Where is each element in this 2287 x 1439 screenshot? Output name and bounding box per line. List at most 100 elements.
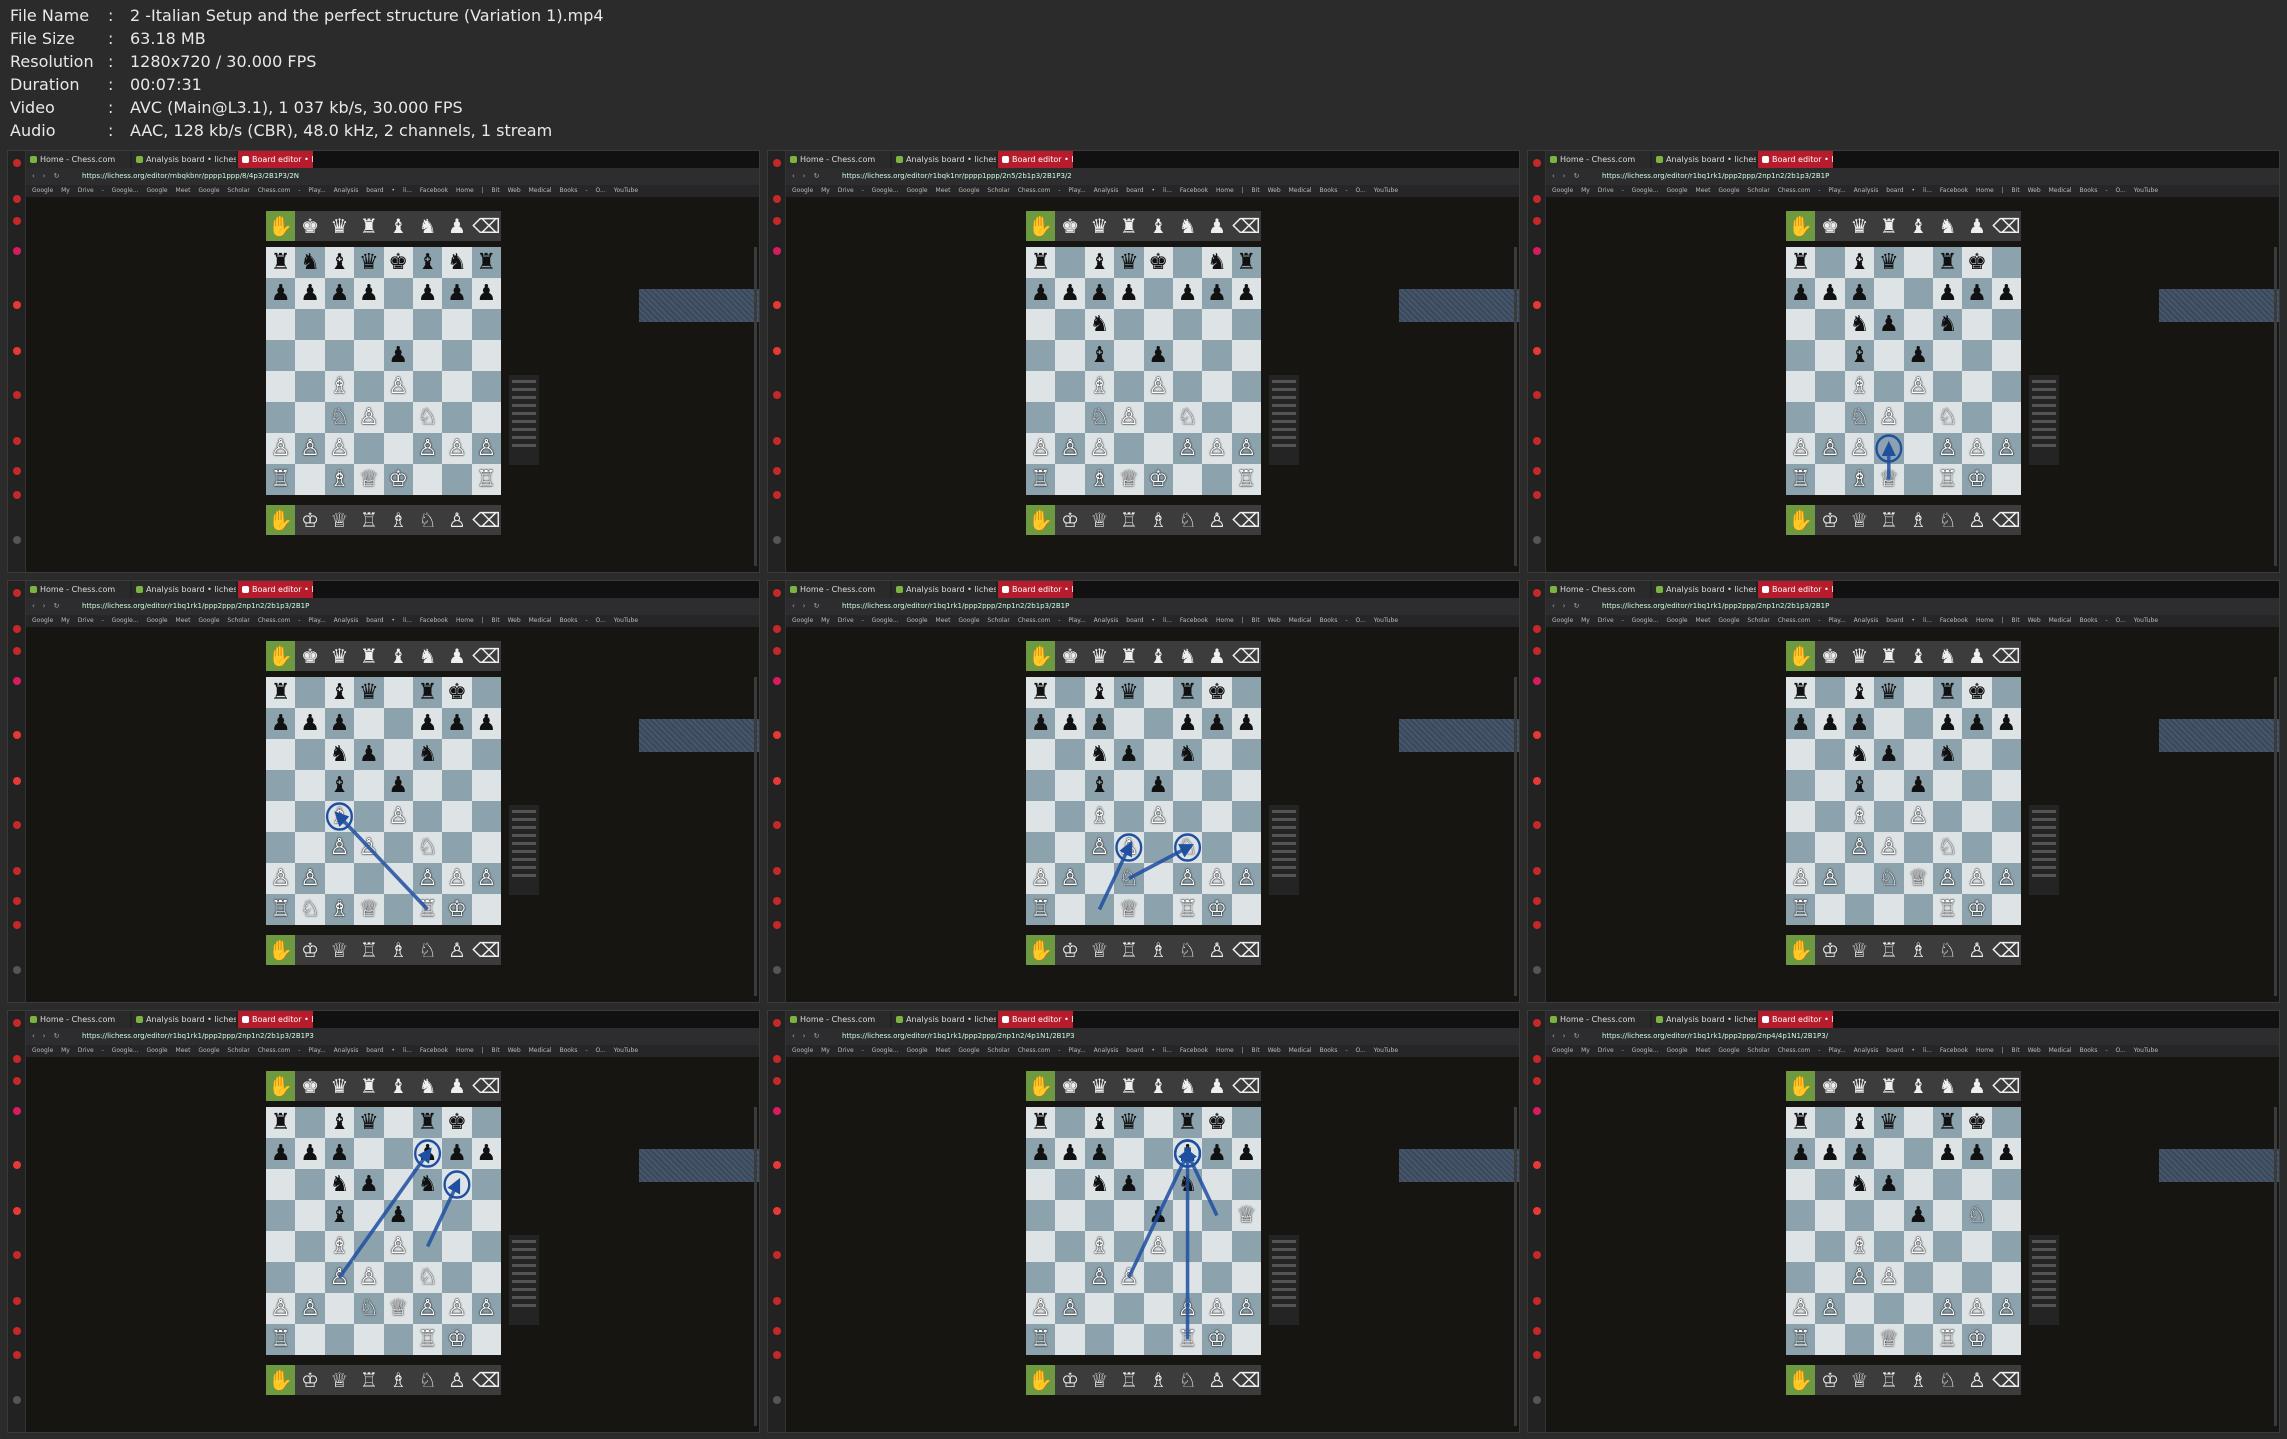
board-square[interactable] [1084, 1293, 1115, 1324]
sidebar-icon[interactable] [1533, 1351, 1541, 1359]
palette-piece-icon[interactable]: ♗ [1144, 505, 1173, 535]
white-bishop-icon[interactable]: ♗ [330, 1235, 350, 1258]
board-square[interactable] [354, 433, 384, 464]
board-square[interactable] [295, 1231, 325, 1262]
white-pawn-icon[interactable]: ♙ [1879, 406, 1899, 429]
palette-piece-icon[interactable]: ♕ [1845, 935, 1874, 965]
black-knight-icon[interactable]: ♞ [1850, 743, 1870, 766]
board-square[interactable]: ♝ [1084, 340, 1115, 371]
board-square[interactable] [1815, 464, 1845, 495]
board-square[interactable]: ♙ [1932, 433, 1963, 464]
board-square[interactable] [412, 371, 443, 402]
black-pawn-icon[interactable]: ♟ [418, 712, 438, 735]
editor-options-panel[interactable] [2029, 1235, 2059, 1325]
board-square[interactable]: ♝ [324, 1200, 355, 1231]
board-square[interactable] [266, 832, 296, 863]
black-knight-icon[interactable]: ♞ [1850, 313, 1870, 336]
black-knight-icon[interactable]: ♞ [1850, 1173, 1870, 1196]
board-square[interactable]: ♟ [1172, 708, 1203, 739]
white-pawn-icon[interactable]: ♙ [1967, 1297, 1987, 1320]
board-square[interactable]: ♟ [1202, 708, 1232, 739]
board-square[interactable]: ♖ [1932, 464, 1963, 495]
board-square[interactable] [295, 402, 325, 433]
board-square[interactable]: ♝ [1084, 247, 1115, 278]
black-bishop-icon[interactable]: ♝ [1090, 1111, 1110, 1134]
board-square[interactable] [1026, 340, 1056, 371]
sidebar-icon[interactable] [1533, 677, 1541, 685]
black-pawn-icon[interactable]: ♟ [447, 712, 467, 735]
sidebar-icon[interactable] [1533, 867, 1541, 875]
board-square[interactable] [383, 894, 413, 925]
board-square[interactable] [1114, 433, 1144, 464]
palette-piece-icon[interactable]: ♜ [354, 641, 383, 671]
scrollbar[interactable] [2274, 1107, 2277, 1426]
board-square[interactable] [383, 1324, 413, 1355]
sidebar-icon[interactable] [1533, 1161, 1541, 1169]
board-square[interactable] [1786, 309, 1816, 340]
nav-buttons[interactable]: ‹›↻ [792, 168, 827, 185]
black-pawn-icon[interactable]: ♟ [1207, 1142, 1227, 1165]
board-square[interactable]: ♞ [295, 247, 325, 278]
browser-tab[interactable]: Home - Chess.com [786, 581, 890, 598]
board-square[interactable]: ♝ [1084, 1107, 1115, 1138]
board-square[interactable] [1962, 309, 1992, 340]
board-square[interactable] [1991, 402, 2021, 433]
browser-tab[interactable]: Analysis board • lichess.o [132, 1011, 236, 1028]
board-square[interactable]: ♕ [1903, 863, 1933, 894]
board-square[interactable]: ♜ [1786, 677, 1816, 708]
scrollbar[interactable] [1514, 677, 1517, 996]
board-square[interactable]: ♘ [412, 832, 443, 863]
board-square[interactable]: ♟ [1844, 708, 1875, 739]
palette-piece-icon[interactable]: ♞ [413, 1071, 442, 1101]
sidebar-icon[interactable] [1533, 391, 1541, 399]
board-square[interactable] [1143, 402, 1173, 433]
board-square[interactable]: ♟ [295, 1138, 325, 1169]
scrollbar[interactable] [754, 677, 757, 996]
black-knight-icon[interactable]: ♞ [330, 743, 350, 766]
address-bar[interactable]: ‹›↻ https://lichess.org/editor/r1bq1rk1/p… [26, 1028, 759, 1045]
white-rook-icon[interactable]: ♖ [1031, 1328, 1051, 1351]
sidebar-icon[interactable] [13, 897, 21, 905]
black-queen-icon[interactable]: ♛ [359, 1111, 379, 1134]
board-square[interactable] [1202, 832, 1232, 863]
white-rook-icon[interactable]: ♖ [1938, 898, 1958, 921]
black-pawn-icon[interactable]: ♟ [1207, 712, 1227, 735]
sidebar-icon[interactable] [13, 731, 21, 739]
board-square[interactable] [1143, 309, 1173, 340]
black-rook-icon[interactable]: ♜ [1791, 1111, 1811, 1134]
sidebar-icon[interactable] [773, 347, 781, 355]
board-square[interactable]: ♙ [1231, 863, 1261, 894]
address-bar[interactable]: ‹›↻ https://lichess.org/editor/r1bqk1nr/p… [786, 168, 1519, 185]
board-square[interactable] [1172, 309, 1203, 340]
white-bishop-icon[interactable]: ♗ [330, 375, 350, 398]
white-pawn-icon[interactable]: ♙ [1996, 867, 2016, 890]
hand-icon[interactable]: ✋ [1026, 641, 1056, 671]
board-square[interactable]: ♗ [1844, 1231, 1875, 1262]
board-square[interactable] [383, 278, 413, 309]
black-king-icon[interactable]: ♚ [447, 1111, 467, 1134]
board-square[interactable] [1143, 1169, 1173, 1200]
sidebar-icon[interactable] [1533, 491, 1541, 499]
board-square[interactable]: ♟ [354, 278, 384, 309]
board-square[interactable]: ♘ [354, 1293, 384, 1324]
board-square[interactable] [471, 1169, 501, 1200]
board-square[interactable]: ♙ [1903, 801, 1933, 832]
board-square[interactable] [266, 309, 296, 340]
sidebar-icon[interactable] [1533, 1019, 1541, 1027]
black-pawn-icon[interactable]: ♟ [1996, 282, 2016, 305]
board-square[interactable]: ♙ [1084, 1262, 1115, 1293]
sidebar-icon[interactable] [1533, 821, 1541, 829]
board-square[interactable]: ♜ [1231, 247, 1261, 278]
board-square[interactable]: ♘ [412, 1262, 443, 1293]
board-square[interactable] [1172, 464, 1203, 495]
palette-piece-icon[interactable]: ♗ [384, 1365, 413, 1395]
palette-piece-icon[interactable]: ♘ [413, 1365, 442, 1395]
board-square[interactable] [1143, 1324, 1173, 1355]
board-square[interactable] [1903, 247, 1933, 278]
sidebar-icon[interactable] [1533, 921, 1541, 929]
board-square[interactable]: ♕ [1874, 1324, 1904, 1355]
board-square[interactable] [1026, 770, 1056, 801]
white-pawn-icon[interactable]: ♙ [271, 1297, 291, 1320]
white-bishop-icon[interactable]: ♗ [1090, 375, 1110, 398]
board-square[interactable] [383, 433, 413, 464]
